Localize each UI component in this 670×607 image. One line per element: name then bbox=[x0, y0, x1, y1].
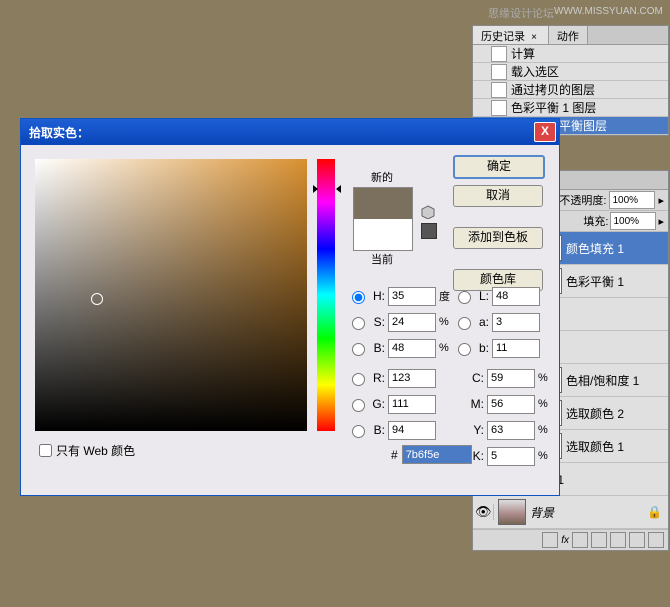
a-input[interactable] bbox=[492, 313, 540, 332]
history-step-icon bbox=[491, 100, 507, 116]
layer-row[interactable]: 👁背景🔒 bbox=[473, 496, 668, 529]
m-label: M: bbox=[468, 397, 484, 411]
r-radio[interactable] bbox=[352, 373, 365, 386]
color-cursor[interactable] bbox=[91, 293, 103, 305]
s-label: S: bbox=[367, 315, 385, 329]
bv-radio[interactable] bbox=[352, 343, 365, 356]
new-layer-icon[interactable] bbox=[629, 532, 645, 548]
r-label: R: bbox=[367, 371, 385, 385]
bv-label: B: bbox=[367, 341, 385, 355]
b-radio[interactable] bbox=[352, 425, 365, 438]
bb-radio[interactable] bbox=[458, 343, 471, 356]
titlebar[interactable]: 拾取实色： X bbox=[21, 119, 559, 145]
lab-cmyk-inputs: L: a: b: C:% M:% Y:% K:% bbox=[453, 283, 554, 469]
a-radio[interactable] bbox=[458, 317, 471, 330]
eye-icon[interactable]: 👁 bbox=[473, 504, 494, 520]
dialog-buttons: 确定 取消 添加到色板 颜色库 bbox=[453, 155, 545, 291]
s-radio[interactable] bbox=[352, 317, 365, 330]
history-item[interactable]: 载入选区 bbox=[473, 63, 668, 81]
h-label: H: bbox=[367, 289, 385, 303]
hue-slider[interactable] bbox=[317, 159, 335, 431]
history-tabs: 历史记录 × 动作 bbox=[473, 26, 668, 45]
a-label: a: bbox=[473, 315, 489, 329]
opacity-label: 不透明度: bbox=[559, 192, 606, 208]
dialog-title: 拾取实色： bbox=[29, 124, 89, 141]
l-input[interactable] bbox=[492, 287, 540, 306]
add-swatch-button[interactable]: 添加到色板 bbox=[453, 227, 543, 249]
l-radio[interactable] bbox=[458, 291, 471, 304]
g-input[interactable] bbox=[388, 395, 436, 414]
hex-row: # bbox=[391, 445, 472, 464]
bv-input[interactable] bbox=[388, 339, 436, 358]
layers-bottom-toolbar: fx bbox=[473, 529, 668, 550]
bb-input[interactable] bbox=[492, 339, 540, 358]
link-icon[interactable] bbox=[542, 532, 558, 548]
fill-label: 填充: bbox=[583, 213, 608, 229]
color-preview: 新的 当前 bbox=[353, 169, 411, 269]
new-label: 新的 bbox=[353, 169, 411, 185]
history-item[interactable]: 通过拷贝的图层 bbox=[473, 81, 668, 99]
folder-icon[interactable] bbox=[610, 532, 626, 548]
watermark-text: 思缘设计论坛 bbox=[488, 5, 554, 21]
history-item[interactable]: 计算 bbox=[473, 45, 668, 63]
cube-icon bbox=[421, 205, 435, 219]
adjustment-icon[interactable] bbox=[591, 532, 607, 548]
current-label: 当前 bbox=[353, 251, 411, 267]
hex-input[interactable] bbox=[402, 445, 472, 464]
web-only-label: 只有 Web 颜色 bbox=[56, 442, 135, 459]
trash-icon[interactable] bbox=[648, 532, 664, 548]
history-step-icon bbox=[491, 46, 507, 62]
bb-label: b: bbox=[473, 341, 489, 355]
lock-icon: 🔒 bbox=[647, 505, 662, 519]
h-radio[interactable] bbox=[352, 291, 365, 304]
l-label: L: bbox=[473, 289, 489, 303]
m-input[interactable] bbox=[487, 395, 535, 414]
chevron-right-icon[interactable]: ▸ bbox=[658, 215, 664, 228]
opacity-input[interactable] bbox=[609, 191, 655, 209]
hsb-rgb-inputs: H:度 S:% B:% R: G: B: bbox=[347, 283, 455, 443]
hex-label: # bbox=[391, 448, 398, 462]
s-input[interactable] bbox=[388, 313, 436, 332]
h-input[interactable] bbox=[388, 287, 436, 306]
hue-pointer-icon bbox=[313, 185, 318, 193]
c-label: C: bbox=[468, 371, 484, 385]
g-radio[interactable] bbox=[352, 399, 365, 412]
close-button[interactable]: X bbox=[534, 122, 556, 142]
b-input[interactable] bbox=[388, 421, 436, 440]
g-label: G: bbox=[367, 397, 385, 411]
ok-button[interactable]: 确定 bbox=[453, 155, 545, 179]
y-input[interactable] bbox=[487, 421, 535, 440]
history-step-icon bbox=[491, 64, 507, 80]
mask-icon[interactable] bbox=[572, 532, 588, 548]
y-label: Y: bbox=[468, 423, 484, 437]
websafe-icon[interactable] bbox=[421, 223, 437, 239]
preview-box bbox=[353, 187, 413, 251]
layer-thumb bbox=[498, 499, 526, 525]
history-step-icon bbox=[491, 82, 507, 98]
web-only-row: 只有 Web 颜色 bbox=[35, 441, 135, 460]
c-input[interactable] bbox=[487, 369, 535, 388]
hue-pointer-icon bbox=[336, 185, 341, 193]
fill-input[interactable] bbox=[610, 212, 656, 230]
current-color-swatch[interactable] bbox=[354, 219, 412, 250]
tab-actions[interactable]: 动作 bbox=[549, 26, 588, 44]
b-label: B: bbox=[367, 423, 385, 437]
close-icon[interactable]: × bbox=[528, 32, 540, 43]
new-color-swatch bbox=[354, 188, 412, 219]
watermark-url: WWW.MISSYUAN.COM bbox=[554, 6, 663, 17]
r-input[interactable] bbox=[388, 369, 436, 388]
chevron-right-icon[interactable]: ▸ bbox=[658, 194, 664, 207]
color-gradient-field[interactable] bbox=[35, 159, 307, 431]
tab-history[interactable]: 历史记录 × bbox=[473, 26, 549, 44]
fx-icon[interactable]: fx bbox=[561, 535, 569, 546]
color-picker-dialog: 拾取实色： X 新的 当前 确定 取消 添加到色板 颜色库 H:度 bbox=[20, 118, 560, 496]
cancel-button[interactable]: 取消 bbox=[453, 185, 543, 207]
k-input[interactable] bbox=[487, 447, 535, 466]
web-only-checkbox[interactable] bbox=[39, 444, 52, 457]
history-item[interactable]: 色彩平衡 1 图层 bbox=[473, 99, 668, 117]
